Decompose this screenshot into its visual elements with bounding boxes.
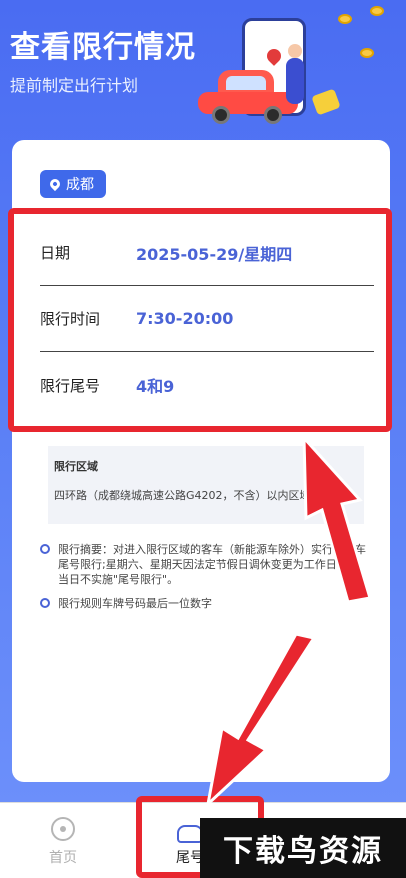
tab-home-label: 首页 xyxy=(49,850,77,866)
tab-home[interactable]: 首页 xyxy=(40,817,86,867)
steering-wheel-icon xyxy=(51,817,75,841)
annotation-highlight-box xyxy=(8,208,392,432)
suitcase-icon xyxy=(311,88,341,116)
city-selector-button[interactable]: 成都 xyxy=(40,170,106,198)
watermark: 下载鸟资源 xyxy=(200,818,406,878)
city-label: 成都 xyxy=(66,177,94,193)
coin-icon xyxy=(338,14,352,24)
header-illustration xyxy=(190,0,406,140)
page-subtitle: 提前制定出行计划 xyxy=(10,76,139,95)
page-title: 查看限行情况 xyxy=(10,30,196,65)
coin-icon xyxy=(360,48,374,58)
annotation-arrow-down xyxy=(205,632,317,808)
coin-icon xyxy=(370,6,384,16)
note-rule-text: 限行规则车牌号码最后一位数字 xyxy=(58,597,212,610)
person-illustration xyxy=(286,44,304,104)
bullet-circle-icon xyxy=(40,598,50,608)
annotation-arrow-up xyxy=(302,433,372,604)
bullet-circle-icon xyxy=(40,544,50,554)
location-pin-icon xyxy=(47,176,63,192)
car-illustration xyxy=(198,70,298,124)
